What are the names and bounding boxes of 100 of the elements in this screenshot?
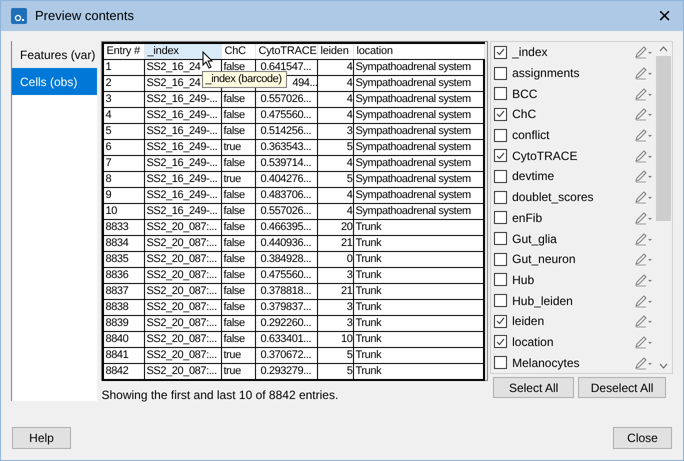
- table-cell: 8836: [104, 268, 146, 283]
- pencil-dropdown-icon[interactable]: [633, 66, 654, 80]
- table-cell: 0: [318, 252, 354, 267]
- table-cell: 4: [104, 108, 146, 123]
- field-label: devtime: [512, 168, 554, 186]
- close-dialog-button[interactable]: Close: [613, 427, 672, 449]
- table-cell: SS2_20_087:...: [145, 268, 222, 283]
- checkbox[interactable]: [494, 252, 508, 266]
- column-header[interactable]: CytoTRACE: [256, 44, 318, 59]
- table-cell: 5: [318, 140, 354, 155]
- pencil-dropdown-icon[interactable]: [633, 334, 654, 349]
- table-cell: SS2_16_249-...: [145, 204, 222, 219]
- app-icon: [11, 8, 27, 24]
- table-cell: true: [222, 364, 256, 379]
- field-label: enFib: [512, 210, 542, 227]
- table-cell-text: Sympathoadrenal system: [354, 156, 472, 171]
- field-label: location: [512, 334, 554, 351]
- pencil-dropdown-icon[interactable]: [633, 294, 654, 308]
- pencil-dropdown-icon[interactable]: [633, 190, 654, 204]
- table-cell-text: Trunk: [354, 252, 382, 267]
- checkbox[interactable]: [494, 356, 508, 370]
- field-label: Hub_leiden: [512, 292, 573, 310]
- checkbox[interactable]: [494, 170, 508, 183]
- checkbox[interactable]: [494, 232, 508, 246]
- table-cell: 8834: [104, 236, 146, 251]
- column-header[interactable]: _index: [145, 44, 222, 59]
- table-cell-text: Trunk: [354, 284, 382, 299]
- pencil-dropdown-icon[interactable]: [633, 86, 654, 101]
- pencil-dropdown-icon[interactable]: [633, 210, 654, 225]
- pencil-dropdown-icon[interactable]: [633, 107, 654, 122]
- checkbox[interactable]: [494, 211, 508, 224]
- table-cell: SS2_20_087:...: [145, 236, 222, 251]
- table-cell: false: [222, 92, 256, 107]
- checkbox[interactable]: [494, 335, 508, 348]
- table-cell: SS2_16_249-...: [145, 92, 222, 107]
- table-cell: 4: [318, 188, 354, 203]
- help-button[interactable]: Help: [12, 427, 71, 449]
- column-header[interactable]: leiden: [318, 44, 354, 59]
- table-cell: 0.466395...: [256, 220, 318, 235]
- pencil-dropdown-icon[interactable]: [633, 272, 654, 287]
- checkbox[interactable]: [494, 128, 508, 142]
- table-cell-text: Trunk: [354, 236, 382, 251]
- pencil-dropdown-icon[interactable]: [633, 252, 654, 266]
- check-icon: [496, 317, 506, 326]
- field-label: ChC: [512, 106, 536, 124]
- checkbox[interactable]: [494, 46, 508, 59]
- field-label: Melanocytes: [512, 354, 580, 372]
- checkbox[interactable]: [494, 108, 508, 121]
- table-cell: 0.379837...: [256, 300, 318, 315]
- table-cell: 3: [104, 92, 146, 107]
- checkbox[interactable]: [494, 273, 508, 286]
- pencil-dropdown-icon[interactable]: [633, 169, 654, 184]
- table-cell-text: Trunk: [354, 300, 382, 315]
- table-cell: 4: [318, 204, 354, 219]
- field-label: leiden: [512, 313, 544, 330]
- select-button[interactable]: Deselect All: [578, 377, 666, 398]
- table-cell: SS2_20_087:...: [145, 220, 222, 235]
- table-cell: false: [222, 108, 256, 123]
- table-cell: true: [222, 172, 256, 187]
- table-cell: SS2_16_249-...: [145, 140, 222, 155]
- pencil-dropdown-icon[interactable]: [633, 45, 654, 60]
- table-cell: 8842: [104, 364, 146, 379]
- side-tab[interactable]: Features (var): [12, 41, 98, 68]
- table-cell: SS2_16_249-...: [145, 124, 222, 139]
- table-cell: 0.363543...: [256, 140, 318, 155]
- table-cell: 0.384928...: [256, 252, 318, 267]
- table-cell: SS2_16_249-...: [145, 156, 222, 171]
- table-cell: 10: [318, 332, 354, 347]
- checkbox[interactable]: [494, 314, 508, 328]
- table-cell: false: [222, 204, 256, 219]
- table-cell: 0.514256...: [256, 124, 318, 139]
- pencil-dropdown-icon[interactable]: [633, 314, 654, 328]
- select-button[interactable]: Select All: [493, 377, 574, 398]
- table-cell: 8841: [104, 348, 146, 363]
- table-cell: 0.370672...: [256, 348, 318, 363]
- pencil-dropdown-icon[interactable]: [633, 128, 654, 142]
- side-tab[interactable]: Cells (obs): [12, 68, 98, 95]
- table-cell: 0.475560...: [256, 108, 318, 123]
- pencil-dropdown-icon[interactable]: [633, 148, 654, 163]
- table-cell: 0.557026...: [256, 204, 318, 219]
- table-cell: 0.293279...: [256, 364, 318, 379]
- column-header[interactable]: ChC: [222, 44, 256, 59]
- table-cell: 4: [318, 108, 354, 123]
- check-icon: [496, 48, 506, 56]
- field-label: _index: [512, 44, 548, 62]
- pencil-dropdown-icon[interactable]: [633, 356, 654, 370]
- checkbox[interactable]: [494, 87, 508, 100]
- scroll-thumb[interactable]: [656, 56, 672, 221]
- checkbox[interactable]: [494, 190, 508, 204]
- table-cell: SS2_20_087:...: [145, 348, 222, 363]
- field-label: conflict: [512, 127, 550, 144]
- column-header[interactable]: Entry #: [104, 44, 146, 59]
- window-title: Preview contents: [35, 7, 134, 26]
- checkbox[interactable]: [494, 294, 508, 308]
- table-cell: SS2_20_087:...: [145, 300, 222, 315]
- checkbox[interactable]: [494, 149, 508, 162]
- checkbox[interactable]: [494, 66, 508, 80]
- close-button[interactable]: ×: [654, 5, 675, 27]
- column-header[interactable]: location: [354, 44, 486, 59]
- pencil-dropdown-icon[interactable]: [633, 232, 654, 246]
